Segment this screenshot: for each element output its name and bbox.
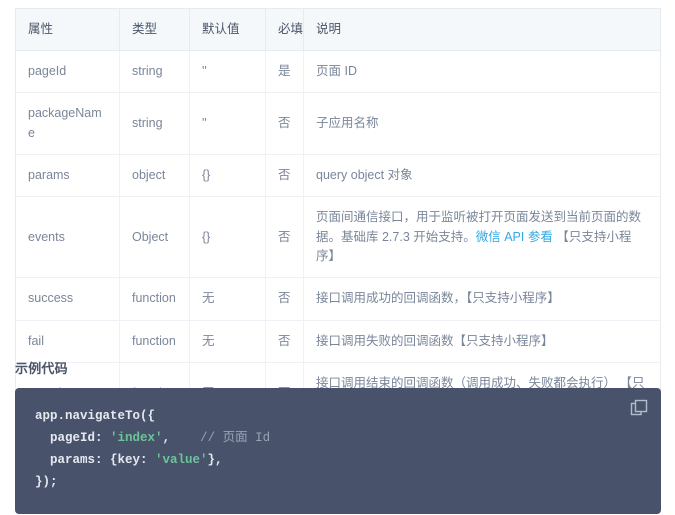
cell-required: 否	[265, 196, 304, 279]
cell-attribute: events	[15, 196, 120, 279]
table-row: packageName string '' 否 子应用名称	[15, 92, 661, 155]
cell-description: 接口调用失败的回调函数【只支持小程序】	[303, 320, 661, 364]
column-header-attribute: 属性	[15, 8, 120, 51]
cell-type: string	[119, 50, 190, 94]
code-line-3-key: params: {key:	[35, 452, 156, 467]
example-code-heading: 示例代码	[15, 361, 68, 376]
cell-default: {}	[189, 196, 266, 279]
table-row: pageId string '' 是 页面 ID	[15, 50, 661, 94]
code-line-2-comment: // 页面 Id	[200, 430, 271, 445]
cell-default: {}	[189, 154, 266, 198]
cell-description: 接口调用成功的回调函数，【只支持小程序】	[303, 277, 661, 321]
cell-description: query object 对象	[303, 154, 661, 198]
wechat-api-reference-link[interactable]: 微信 API 参看	[476, 230, 553, 244]
cell-attribute: params	[15, 154, 120, 198]
table-row: fail function 无 否 接口调用失败的回调函数【只支持小程序】	[15, 320, 661, 364]
table-header-row: 属性 类型 默认值 必填 说明	[15, 8, 661, 51]
table-row: events Object {} 否 页面间通信接口，用于监听被打开页面发送到当…	[15, 196, 661, 279]
params-table-container: 属性 类型 默认值 必填 说明 pageId string '' 是 页面 ID…	[15, 8, 661, 425]
cell-required: 否	[265, 320, 304, 364]
cell-type: object	[119, 154, 190, 198]
cell-required: 否	[265, 277, 304, 321]
cell-type: function	[119, 277, 190, 321]
column-header-required: 必填	[265, 8, 304, 51]
cell-required: 否	[265, 92, 304, 155]
code-line-3-string: 'value'	[155, 452, 208, 467]
cell-attribute: fail	[15, 320, 120, 364]
code-block: app.navigateTo({ pageId: 'index', // 页面 …	[15, 388, 661, 514]
cell-default: 无	[189, 320, 266, 364]
api-doc-page: 属性 类型 默认值 必填 说明 pageId string '' 是 页面 ID…	[0, 0, 675, 515]
table-header: 属性 类型 默认值 必填 说明	[15, 8, 661, 51]
table-body: pageId string '' 是 页面 ID packageName str…	[15, 50, 661, 425]
cell-description: 页面 ID	[303, 50, 661, 94]
cell-type: string	[119, 92, 190, 155]
cell-type: Object	[119, 196, 190, 279]
code-snippet: app.navigateTo({ pageId: 'index', // 页面 …	[35, 406, 641, 494]
copy-icon[interactable]	[629, 398, 649, 418]
cell-default: ''	[189, 92, 266, 155]
code-line-4: });	[35, 474, 58, 489]
cell-type: function	[119, 320, 190, 364]
cell-required: 否	[265, 154, 304, 198]
code-line-3-after: },	[207, 452, 223, 467]
table-row: params object {} 否 query object 对象	[15, 154, 661, 198]
cell-description: 页面间通信接口，用于监听被打开页面发送到当前页面的数据。基础库 2.7.3 开始…	[303, 196, 661, 279]
cell-description: 子应用名称	[303, 92, 661, 155]
params-table: 属性 类型 默认值 必填 说明 pageId string '' 是 页面 ID…	[15, 8, 661, 425]
cell-required: 是	[265, 50, 304, 94]
code-line-2-string: 'index'	[110, 430, 163, 445]
table-row: success function 无 否 接口调用成功的回调函数，【只支持小程序…	[15, 277, 661, 321]
code-line-2-after: ,	[162, 430, 171, 445]
cell-default: 无	[189, 277, 266, 321]
cell-attribute: success	[15, 277, 120, 321]
code-line-2-key: pageId:	[35, 430, 111, 445]
code-line-1: app.navigateTo({	[35, 409, 156, 423]
column-header-default: 默认值	[189, 8, 266, 51]
column-header-description: 说明	[303, 8, 661, 51]
cell-default: ''	[189, 50, 266, 94]
cell-attribute: packageName	[15, 92, 120, 155]
cell-attribute: pageId	[15, 50, 120, 94]
column-header-type: 类型	[119, 8, 190, 51]
